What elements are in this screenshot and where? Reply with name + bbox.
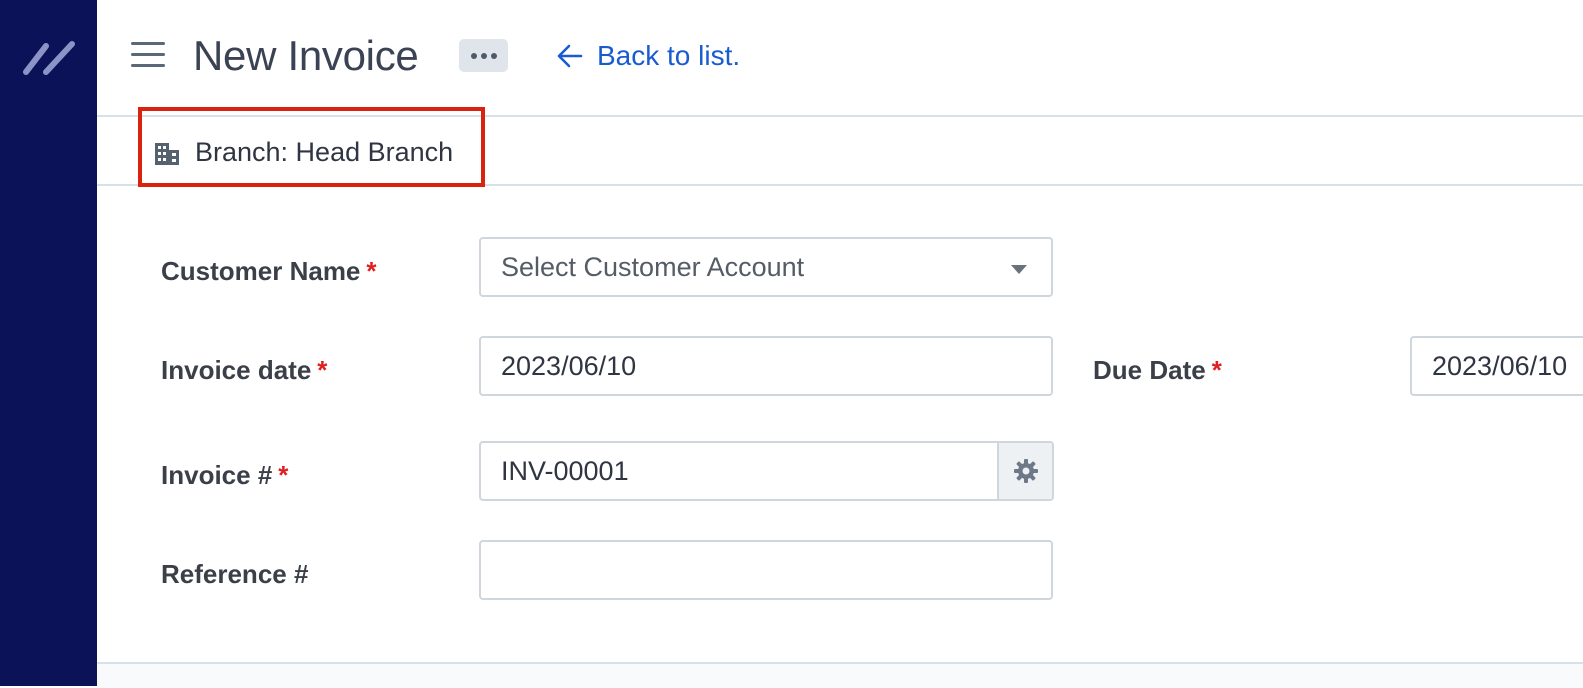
required-mark: * — [1211, 355, 1222, 385]
reference-number-field[interactable] — [479, 540, 1053, 600]
page-header: New Invoice Back to list. — [97, 0, 1583, 117]
more-horizontal-icon — [470, 52, 477, 59]
page-title: New Invoice — [193, 32, 419, 79]
invoice-date-value: 2023/06/10 — [501, 350, 637, 381]
branch-label: Branch: Head Branch — [195, 137, 454, 167]
caret-down-icon — [1011, 265, 1027, 274]
invoice-number-settings-button[interactable] — [997, 443, 1052, 499]
sidebar — [0, 0, 97, 686]
invoice-number-label: Invoice # * — [161, 460, 289, 490]
customer-select-placeholder: Select Customer Account — [501, 251, 805, 282]
form-footer-divider — [97, 662, 1583, 688]
reference-number-label: Reference # — [161, 559, 309, 589]
customer-account-select[interactable]: Select Customer Account — [479, 237, 1053, 297]
app-logo[interactable] — [22, 40, 78, 76]
due-date-field[interactable]: 2023/06/10 — [1410, 336, 1583, 396]
back-link-label: Back to list. — [597, 40, 741, 71]
arrow-left-icon — [557, 44, 583, 68]
required-mark: * — [278, 460, 289, 490]
required-mark: * — [366, 256, 377, 286]
branch-bar: Branch: Head Branch — [97, 107, 1583, 187]
invoice-form: Customer Name * Select Customer Account I… — [97, 186, 1583, 662]
more-options-button[interactable] — [459, 39, 508, 72]
customer-name-label: Customer Name * — [161, 256, 377, 286]
due-date-label: Due Date * — [1093, 355, 1222, 385]
required-mark: * — [317, 355, 328, 385]
invoice-date-field[interactable]: 2023/06/10 — [479, 336, 1053, 396]
hamburger-icon[interactable] — [131, 42, 165, 70]
invoice-number-value: INV-00001 — [501, 455, 629, 486]
invoice-number-field[interactable]: INV-00001 — [479, 441, 1054, 501]
due-date-value: 2023/06/10 — [1432, 350, 1568, 381]
branch-selector[interactable]: Branch: Head Branch — [153, 137, 453, 168]
gear-icon — [1013, 459, 1038, 483]
invoice-date-label: Invoice date * — [161, 355, 328, 385]
back-to-list-link[interactable]: Back to list. — [555, 40, 740, 72]
building-icon — [155, 142, 179, 165]
